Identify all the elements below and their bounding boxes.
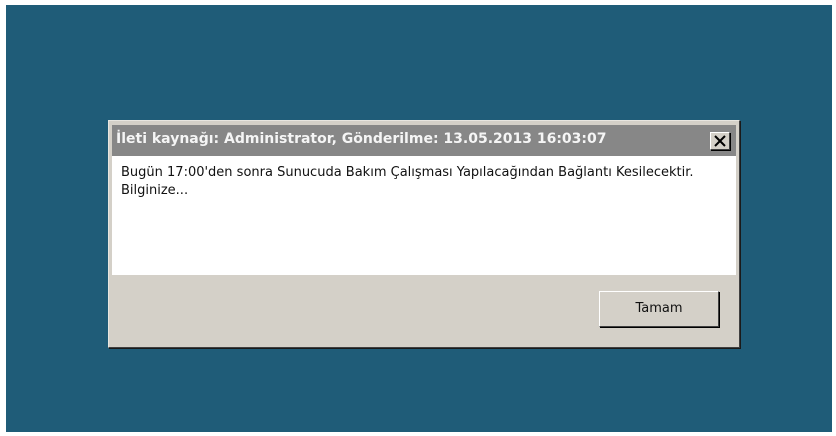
dialog-titlebar[interactable]: İleti kaynağı: Administrator, Gönderilme…	[112, 125, 736, 156]
dialog-title: İleti kaynağı: Administrator, Gönderilme…	[116, 131, 607, 147]
close-icon	[714, 135, 726, 147]
message-dialog: İleti kaynağı: Administrator, Gönderilme…	[108, 120, 740, 348]
message-text: Bugün 17:00'den sonra Sunucuda Bakım Çal…	[121, 165, 694, 198]
close-button[interactable]	[710, 132, 730, 150]
desktop-background: İleti kaynağı: Administrator, Gönderilme…	[6, 5, 832, 432]
ok-button[interactable]: Tamam	[599, 291, 719, 327]
